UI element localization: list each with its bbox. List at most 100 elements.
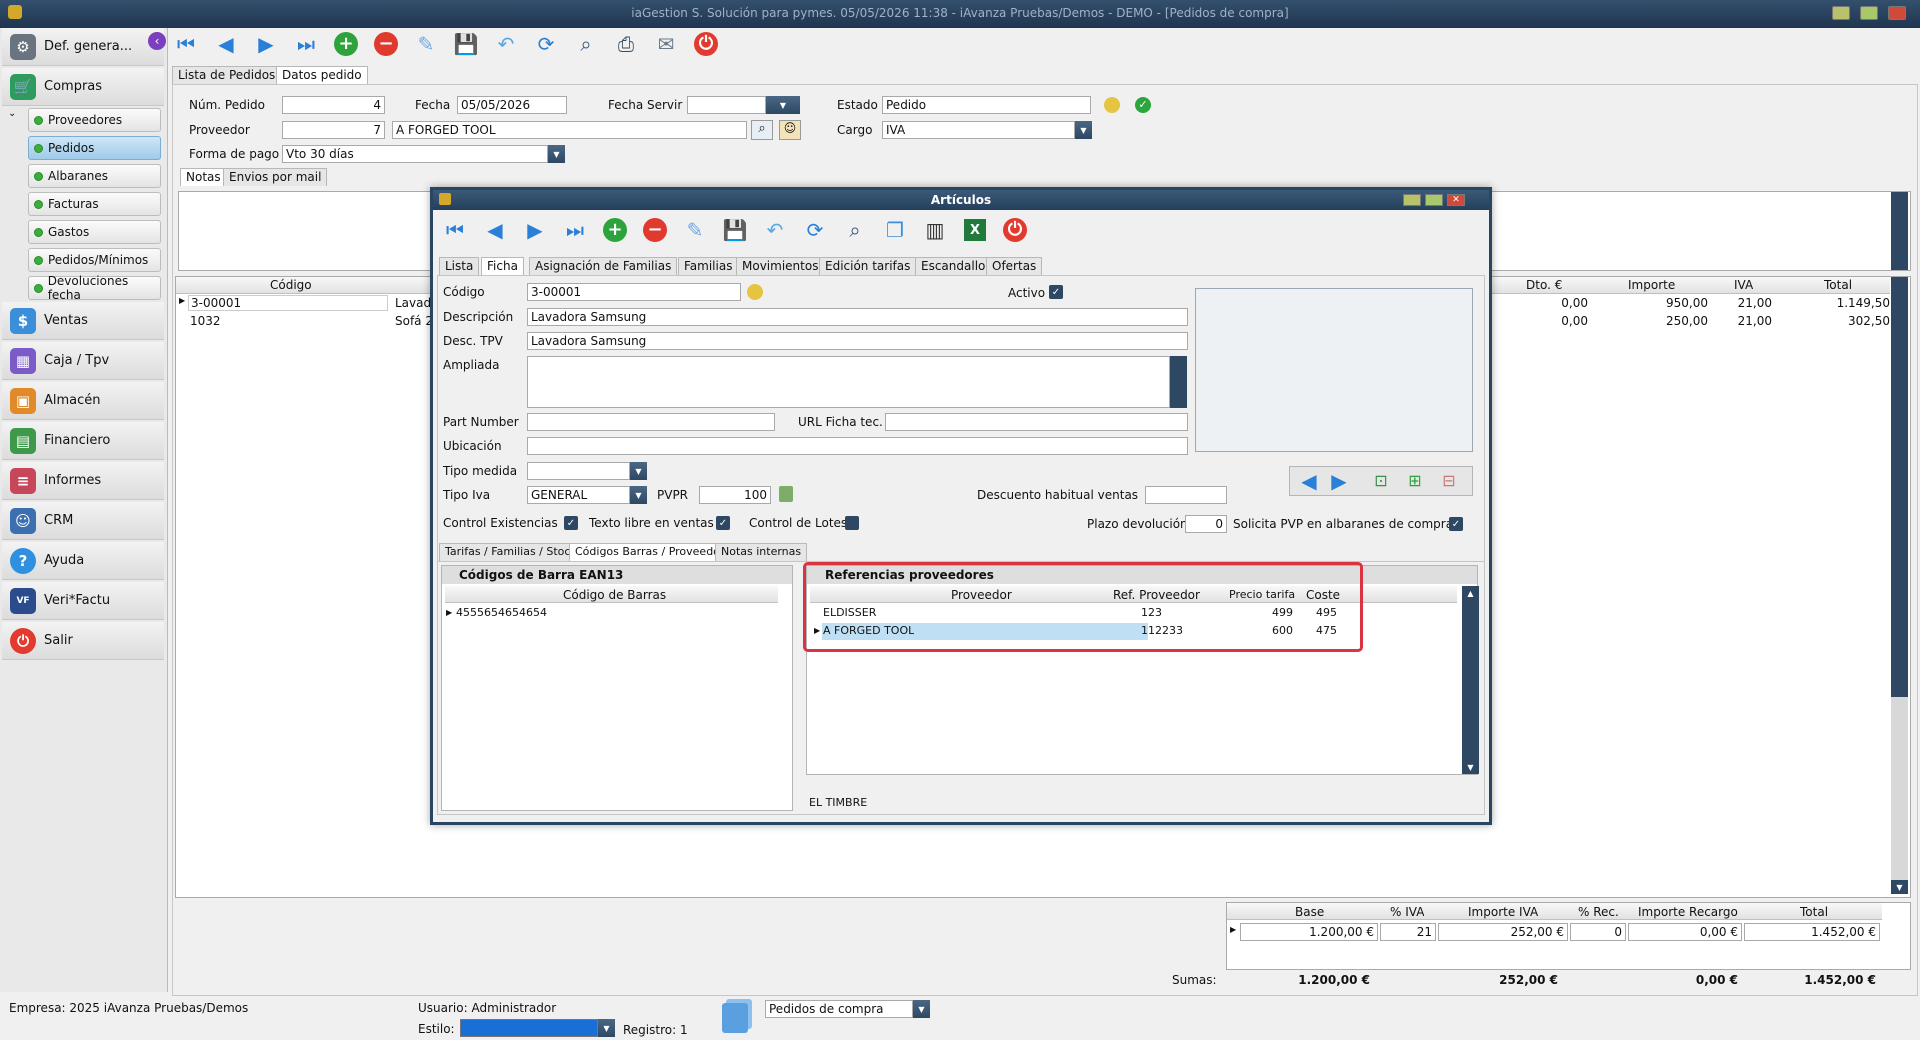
sidebar-item-almacen[interactable]: ▣ Almacén (2, 382, 164, 420)
tab-ofertas[interactable]: Ofertas (986, 257, 1043, 275)
search-icon[interactable]: ⌕ (841, 216, 869, 244)
edit-icon[interactable]: ✎ (681, 216, 709, 244)
chevron-down-icon[interactable]: ⌄ (8, 108, 16, 119)
tab-lista-pedidos[interactable]: Lista de Pedidos (172, 66, 282, 84)
estilo-select[interactable] (460, 1019, 598, 1037)
ampliada-textarea[interactable] (527, 356, 1170, 408)
codigo-field[interactable]: 3-00001 (527, 283, 741, 301)
dialog-maximize-button[interactable] (1425, 194, 1443, 206)
power-icon[interactable]: ⏻ (1001, 216, 1029, 244)
first-record-icon[interactable]: ⏮ (172, 30, 200, 58)
status-change-icon[interactable] (1104, 97, 1120, 113)
forma-pago-dropdown[interactable]: ▼ (548, 145, 565, 163)
descuento-field[interactable] (1145, 486, 1227, 504)
sidebar-sub-gastos[interactable]: Gastos (28, 220, 161, 244)
last-record-icon[interactable]: ⏭ (292, 30, 320, 58)
cargo-field[interactable]: IVA (882, 121, 1075, 139)
estilo-dropdown[interactable]: ▼ (598, 1019, 615, 1037)
lines-scrollbar[interactable] (1891, 277, 1908, 697)
ref-scroll-up[interactable]: ▲ (1462, 586, 1479, 600)
next-record-icon[interactable]: ▶ (521, 216, 549, 244)
solicita-pvp-checkbox[interactable]: ✓ (1449, 517, 1463, 531)
excel-icon[interactable]: X (961, 216, 989, 244)
undo-icon[interactable]: ↶ (492, 30, 520, 58)
sidebar-item-salir[interactable]: ⏻ Salir (2, 622, 164, 660)
delete-icon[interactable]: − (641, 216, 669, 244)
refresh-icon[interactable]: ⟳ (532, 30, 560, 58)
tab-notas-internas[interactable]: Notas internas (715, 543, 808, 561)
add-icon[interactable]: + (601, 216, 629, 244)
plazo-devolucion-field[interactable]: 0 (1185, 515, 1227, 533)
form-select[interactable]: Pedidos de compra (765, 1000, 913, 1018)
tipo-medida-field[interactable] (527, 462, 630, 480)
tab-envios-mail[interactable]: Envios por mail (223, 168, 328, 186)
url-ficha-field[interactable] (885, 413, 1188, 431)
sidebar-sub-proveedores[interactable]: Proveedores (28, 108, 161, 132)
save-icon[interactable]: 💾 (452, 30, 480, 58)
article-image-area[interactable] (1195, 288, 1473, 452)
activo-checkbox[interactable]: ✓ (1049, 285, 1063, 299)
tipo-iva-dropdown[interactable]: ▼ (630, 486, 647, 504)
zoom-image-icon[interactable]: ⊡ (1367, 467, 1395, 495)
fecha-servir-dropdown[interactable]: ▼ (766, 96, 800, 114)
sidebar-item-informes[interactable]: ≡ Informes (2, 462, 164, 500)
ref-scrollbar[interactable] (1462, 600, 1479, 760)
sidebar-sub-facturas[interactable]: Facturas (28, 192, 161, 216)
copy-documents-icon[interactable] (722, 1003, 748, 1033)
first-record-icon[interactable]: ⏮ (441, 216, 469, 244)
tab-datos-pedido[interactable]: Datos pedido (276, 66, 368, 84)
ubicacion-field[interactable] (527, 437, 1188, 455)
sidebar-sub-pedidos[interactable]: Pedidos (28, 136, 161, 160)
sidebar-item-def-general[interactable]: ⚙ Def. genera... (2, 28, 164, 66)
search-provider-icon[interactable]: ⌕ (751, 120, 773, 140)
minimize-button[interactable] (1832, 6, 1850, 20)
sidebar-sub-pedidos-minimos[interactable]: Pedidos/Mínimos (28, 248, 161, 272)
ref-scroll-down[interactable]: ▼ (1462, 760, 1479, 774)
form-select-dropdown[interactable]: ▼ (913, 1000, 930, 1018)
fecha-field[interactable]: 05/05/2026 (457, 96, 567, 114)
sidebar-item-verifactu[interactable]: VF Veri*Factu (2, 582, 164, 620)
tab-escandallo[interactable]: Escandallo (915, 257, 992, 275)
tab-asignacion-familias[interactable]: Asignación de Familias (529, 257, 678, 275)
print-icon[interactable]: ⎙ (612, 30, 640, 58)
sidebar-item-financiero[interactable]: ▤ Financiero (2, 422, 164, 460)
maximize-button[interactable] (1860, 6, 1878, 20)
sidebar-sub-albaranes[interactable]: Albaranes (28, 164, 161, 188)
ampliada-scrollbar[interactable] (1170, 356, 1187, 408)
search-icon[interactable]: ⌕ (572, 30, 600, 58)
desc-tpv-field[interactable]: Lavadora Samsung (527, 332, 1188, 350)
tipo-medida-dropdown[interactable]: ▼ (630, 462, 647, 480)
undo-icon[interactable]: ↶ (761, 216, 789, 244)
dialog-close-button[interactable]: ✕ (1447, 194, 1465, 206)
last-record-icon[interactable]: ⏭ (561, 216, 589, 244)
sidebar-item-caja[interactable]: ▦ Caja / Tpv (2, 342, 164, 380)
sidebar-item-ayuda[interactable]: ? Ayuda (2, 542, 164, 580)
cell-codigo[interactable]: 1032 (190, 314, 221, 328)
prev-image-icon[interactable]: ◀ (1295, 467, 1323, 495)
edit-icon[interactable]: ✎ (412, 30, 440, 58)
codigo-change-icon[interactable] (747, 284, 763, 300)
send-mail-icon[interactable]: ✉ (652, 30, 680, 58)
lines-scrollbar-track[interactable] (1891, 697, 1908, 880)
cell-codigo[interactable]: 3-00001 (188, 295, 388, 311)
scroll-down-arrow[interactable]: ▼ (1891, 880, 1908, 894)
tab-edicion-tarifas[interactable]: Edición tarifas (819, 257, 917, 275)
add-icon[interactable]: + (332, 30, 360, 58)
tab-lista[interactable]: Lista (439, 257, 480, 275)
ean-code[interactable]: 4555654654654 (456, 606, 547, 619)
sidebar-item-ventas[interactable]: $ Ventas (2, 302, 164, 340)
close-button[interactable] (1888, 6, 1906, 20)
descripcion-field[interactable]: Lavadora Samsung (527, 308, 1188, 326)
control-existencias-checkbox[interactable]: ✓ (564, 516, 578, 530)
tab-tarifas-familias-stock[interactable]: Tarifas / Familias / Stock (439, 543, 583, 561)
tab-familias[interactable]: Familias (678, 257, 739, 275)
control-lotes-checkbox[interactable] (845, 516, 859, 530)
pvpr-field[interactable]: 100 (699, 486, 771, 504)
tipo-iva-field[interactable]: GENERAL (527, 486, 630, 504)
tab-movimientos[interactable]: Movimientos (736, 257, 825, 275)
texto-libre-checkbox[interactable]: ✓ (716, 516, 730, 530)
documents-icon[interactable]: ❐ (881, 216, 909, 244)
sidebar-sub-devoluciones[interactable]: Devoluciones fecha (28, 274, 161, 302)
fecha-servir-field[interactable] (687, 96, 766, 114)
remove-image-icon[interactable]: ⊟ (1435, 467, 1463, 495)
